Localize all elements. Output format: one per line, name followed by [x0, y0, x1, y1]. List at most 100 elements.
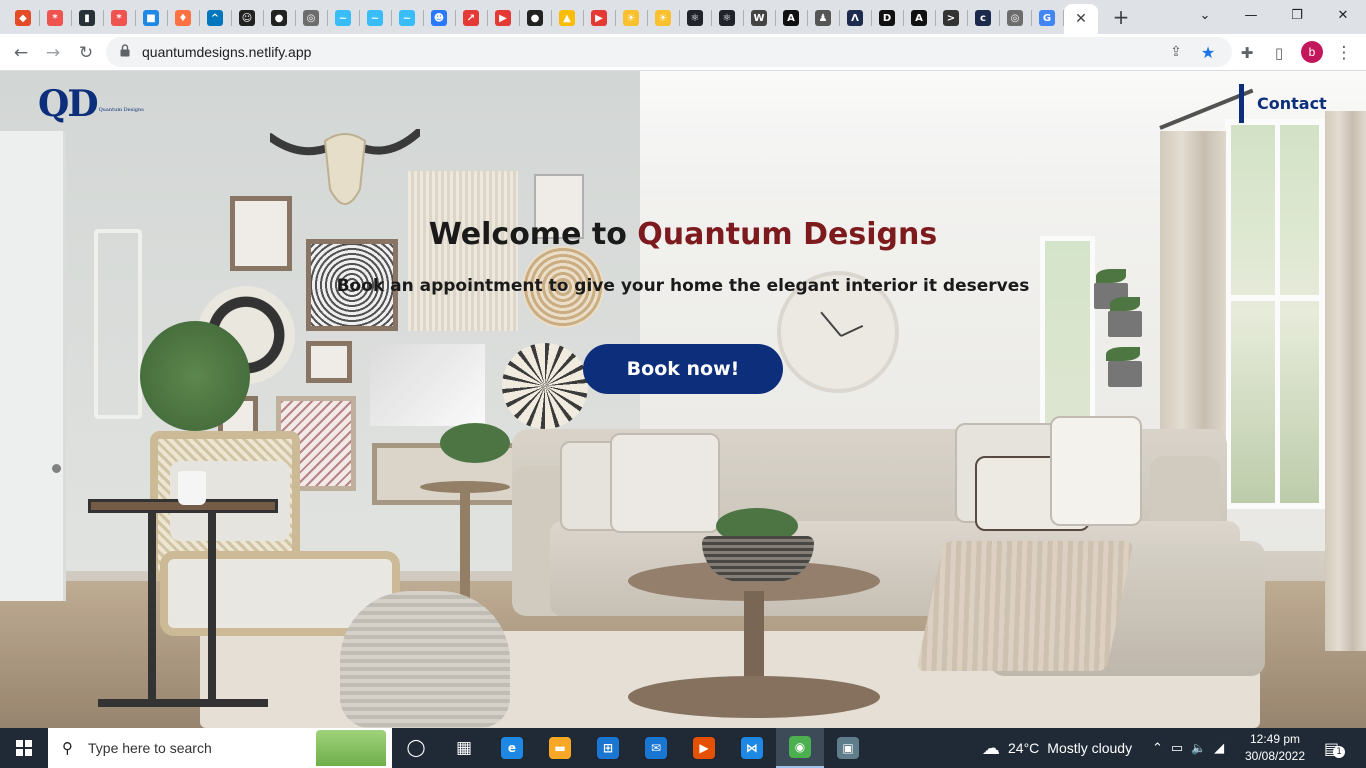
tab-search-chevron-icon[interactable]: ⌄ [1182, 0, 1228, 30]
share-icon[interactable]: ⇪ [1166, 42, 1186, 62]
browser-tab[interactable]: ◆ [8, 4, 38, 32]
browser-tab[interactable]: ▶ [584, 4, 614, 32]
taskbar-remote-desktop-button[interactable]: ▣ [824, 728, 872, 768]
system-tray: ⌃ ▭ 🔈 ◢ [1152, 728, 1224, 768]
volume-icon[interactable]: 🔈 [1191, 741, 1206, 755]
browser-tab[interactable]: > [936, 4, 966, 32]
back-button[interactable]: ← [8, 40, 34, 66]
browser-tab[interactable]: ~ [360, 4, 390, 32]
bookmark-star-icon[interactable]: ★ [1198, 42, 1218, 62]
restore-button[interactable]: ❐ [1274, 0, 1320, 30]
file-explorer-icon: ▬ [549, 737, 571, 759]
task-switcher-icon: ▦ [455, 738, 473, 758]
book-now-button[interactable]: Book now! [583, 344, 783, 394]
taskbar-media-player-button[interactable]: ▶ [680, 728, 728, 768]
puzzle-favicon-icon: ■ [143, 10, 159, 26]
logo-subtitle: Quantum Designs [98, 107, 144, 113]
address-bar[interactable]: quantumdesigns.netlify.app ⇪ ★ [106, 37, 1232, 67]
browser-tab[interactable]: * [104, 4, 134, 32]
logo-mark[interactable]: QD [38, 85, 99, 123]
browser-tab[interactable]: ■ [136, 4, 166, 32]
browser-tab[interactable]: D [872, 4, 902, 32]
github-favicon-icon: ● [271, 10, 287, 26]
tray-chevron-icon[interactable]: ⌃ [1152, 741, 1163, 756]
browser-tab[interactable]: A [904, 4, 934, 32]
browser-tab[interactable]: W [744, 4, 774, 32]
browser-tab[interactable]: * [40, 4, 70, 32]
remote-desktop-icon: ▣ [837, 737, 859, 759]
browser-tab[interactable]: ☻ [424, 4, 454, 32]
browser-tab[interactable]: ☀ [648, 4, 678, 32]
taskbar-file-explorer-button[interactable]: ▬ [536, 728, 584, 768]
taskbar-search-box[interactable]: ⚲ Type here to search [48, 728, 392, 768]
extensions-icon[interactable]: ✚ [1234, 40, 1260, 66]
taskbar-mail-button[interactable]: ✉ [632, 728, 680, 768]
taskbar-store-button[interactable]: ⊞ [584, 728, 632, 768]
google-favicon-icon: G [1039, 10, 1055, 26]
chrome-menu-icon[interactable]: ⋮ [1331, 40, 1357, 66]
reload-button[interactable]: ↻ [73, 40, 99, 66]
browser-tab[interactable]: ● [520, 4, 550, 32]
browser-tab[interactable]: c [968, 4, 998, 32]
taskbar-task-view-button[interactable]: ◯ [392, 728, 440, 768]
notification-badge: 1 [1333, 746, 1346, 758]
web-page: QD Quantum Designs Contact Welcome to Qu… [0, 71, 1366, 728]
drive-favicon-icon: ▲ [559, 10, 575, 26]
headline-brand: Quantum Designs [637, 217, 938, 252]
browser-tab[interactable]: Λ [840, 4, 870, 32]
browser-tab[interactable]: ~ [392, 4, 422, 32]
battery-icon[interactable]: ▭ [1171, 741, 1183, 756]
taskbar: ⚲ Type here to search ☁ 24°C Mostly clou… [0, 728, 1366, 768]
window-close-button[interactable]: ✕ [1320, 0, 1366, 30]
browser-tab[interactable]: ☺ [232, 4, 262, 32]
browser-tab[interactable]: ☀ [616, 4, 646, 32]
url-text[interactable]: quantumdesigns.netlify.app [142, 44, 311, 60]
browser-tab[interactable]: ● [264, 4, 294, 32]
browser-tab[interactable]: ~ [328, 4, 358, 32]
browser-tab[interactable]: ▮ [72, 4, 102, 32]
browser-tab[interactable]: ◎ [296, 4, 326, 32]
a-favicon-icon: A [783, 10, 799, 26]
vscode-icon: ⋈ [741, 737, 763, 759]
a-slash-favicon-icon: Λ [847, 10, 863, 26]
active-browser-tab[interactable]: ✕ [1064, 4, 1098, 34]
taskbar-chrome-button[interactable]: ◉ [776, 728, 824, 768]
browser-tab[interactable]: ⚛ [680, 4, 710, 32]
react-favicon-icon: ⚛ [687, 10, 703, 26]
hero-subheadline: Book an appointment to give your home th… [336, 276, 1030, 296]
tab-close-icon[interactable]: ✕ [1075, 11, 1087, 27]
weather-widget[interactable]: ☁ 24°C Mostly cloudy [982, 728, 1132, 768]
taskbar-task-switcher-button[interactable]: ▦ [440, 728, 488, 768]
browser-tab[interactable]: A [776, 4, 806, 32]
nav-contact-link[interactable]: Contact [1239, 84, 1327, 123]
browser-tab[interactable]: ▶ [488, 4, 518, 32]
minimize-button[interactable]: — [1228, 0, 1274, 30]
browser-tab[interactable]: ♟ [808, 4, 838, 32]
browser-tab[interactable]: ◎ [1000, 4, 1030, 32]
site-logo[interactable]: QD Quantum Designs [38, 85, 144, 123]
search-highlight-illustration [316, 730, 386, 766]
profile-avatar[interactable]: b [1301, 41, 1323, 63]
browser-tab[interactable]: ♦ [168, 4, 198, 32]
browser-tab[interactable]: ^ [200, 4, 230, 32]
forward-button[interactable]: → [40, 40, 66, 66]
task-view-icon: ◯ [406, 738, 426, 758]
hero-headline: Welcome to Quantum Designs [0, 217, 1366, 252]
lock-icon[interactable] [120, 44, 130, 57]
search-placeholder[interactable]: Type here to search [88, 740, 212, 756]
taskbar-clock[interactable]: 12:49 pm 30/08/2022 [1240, 731, 1310, 765]
start-button[interactable] [0, 728, 48, 768]
side-panel-icon[interactable]: ▯ [1266, 40, 1292, 66]
network-icon[interactable]: ◢ [1214, 741, 1224, 756]
browser-tab[interactable]: ↗ [456, 4, 486, 32]
windows-logo-icon[interactable] [16, 740, 32, 756]
taskbar-vscode-button[interactable]: ⋈ [728, 728, 776, 768]
new-tab-button[interactable]: + [1109, 6, 1133, 30]
browser-tab[interactable]: ⚛ [712, 4, 742, 32]
chart-favicon-icon: ▮ [79, 10, 95, 26]
browser-tab[interactable]: ▲ [552, 4, 582, 32]
browser-tab[interactable]: G [1032, 4, 1062, 32]
taskbar-edge-button[interactable]: e [488, 728, 536, 768]
clock-time: 12:49 pm [1249, 732, 1301, 746]
notification-center[interactable]: ▤ 1 [1324, 728, 1346, 768]
